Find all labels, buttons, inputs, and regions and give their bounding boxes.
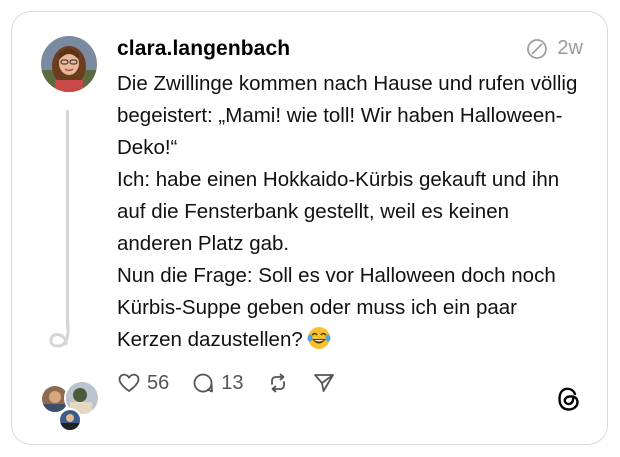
post-body: Die Zwillinge kommen nach Hause und rufe… <box>117 68 587 360</box>
like-count: 56 <box>147 371 170 394</box>
send-icon <box>313 374 334 392</box>
like-button[interactable]: 56 <box>117 371 169 395</box>
unverified-circle-icon <box>527 38 548 59</box>
thread-curl <box>49 322 70 348</box>
thread-line <box>66 110 69 330</box>
post-text: Die Zwillinge kommen nach Hause und rufe… <box>117 72 578 351</box>
action-bar: 56 13 <box>117 371 358 395</box>
comment-icon <box>193 373 214 393</box>
avatar[interactable] <box>41 36 97 92</box>
repost-button[interactable] <box>266 371 290 395</box>
repost-icon <box>270 373 285 393</box>
reply-button[interactable]: 13 <box>191 371 244 395</box>
heart-icon <box>118 373 140 392</box>
laughing-tears-emoji <box>307 326 331 360</box>
reply-avatar-3 <box>58 408 82 432</box>
reply-avatars[interactable] <box>40 380 102 432</box>
share-button[interactable] <box>312 371 336 395</box>
username[interactable]: clara.langenbach <box>117 37 290 61</box>
post-time: 2w <box>557 37 583 59</box>
threads-logo[interactable] <box>556 385 582 413</box>
post-meta: 2w <box>526 37 583 60</box>
reply-count: 13 <box>221 371 244 394</box>
